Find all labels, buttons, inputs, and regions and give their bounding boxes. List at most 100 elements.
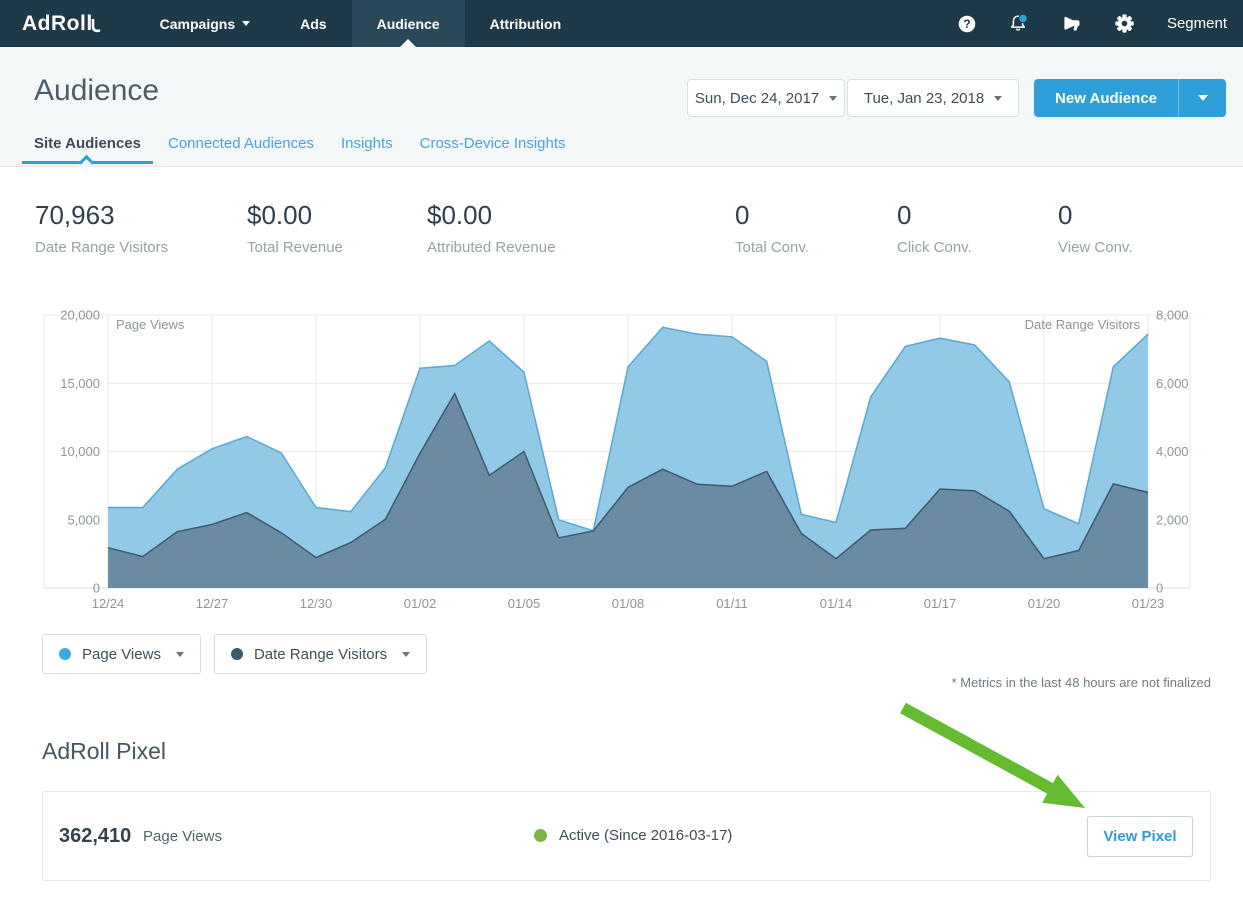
active-tab-underline bbox=[22, 161, 153, 164]
svg-text:12/27: 12/27 bbox=[196, 596, 229, 611]
svg-text:12/24: 12/24 bbox=[92, 596, 125, 611]
svg-text:10,000: 10,000 bbox=[60, 444, 100, 459]
svg-text:?: ? bbox=[963, 17, 970, 31]
stat-total-conv: 0 Total Conv. bbox=[735, 200, 809, 256]
nav-utilities: ? Segment bbox=[958, 0, 1227, 47]
svg-text:01/17: 01/17 bbox=[924, 596, 957, 611]
svg-text:01/02: 01/02 bbox=[404, 596, 437, 611]
svg-text:20,000: 20,000 bbox=[60, 308, 100, 323]
nav-item-ads[interactable]: Ads bbox=[275, 0, 351, 47]
traffic-area-chart: 20,00015,00010,0005,00008,0006,0004,0002… bbox=[40, 308, 1203, 613]
svg-text:8,000: 8,000 bbox=[1156, 308, 1189, 323]
caret-down-icon bbox=[1198, 95, 1208, 101]
nav-menu: Campaigns Ads Audience Attribution bbox=[135, 0, 586, 47]
new-audience-dropdown-button[interactable] bbox=[1179, 79, 1226, 117]
summary-stats-row: 70,963 Date Range Visitors $0.00 Total R… bbox=[0, 200, 1243, 260]
stat-value: $0.00 bbox=[247, 200, 343, 231]
nav-item-campaigns[interactable]: Campaigns bbox=[135, 0, 275, 47]
stat-date-range-visitors: 70,963 Date Range Visitors bbox=[35, 200, 168, 256]
stat-label: Click Conv. bbox=[897, 239, 972, 256]
nav-item-campaigns-label: Campaigns bbox=[160, 16, 235, 32]
pixel-status: Active (Since 2016-03-17) bbox=[534, 827, 732, 844]
adroll-logo-text: AdRoll bbox=[22, 12, 93, 36]
date-range-start[interactable]: Sun, Dec 24, 2017 bbox=[687, 79, 845, 117]
date-range-picker: Sun, Dec 24, 2017 Tue, Jan 23, 2018 bbox=[687, 79, 1019, 117]
page-views-series-dot bbox=[59, 648, 71, 660]
svg-text:01/08: 01/08 bbox=[612, 596, 645, 611]
stat-value: 0 bbox=[897, 200, 972, 231]
stat-click-conv: 0 Click Conv. bbox=[897, 200, 972, 256]
stat-value: $0.00 bbox=[427, 200, 555, 231]
chart-legend: Page Views Date Range Visitors bbox=[42, 634, 427, 674]
megaphone-icon[interactable] bbox=[1062, 14, 1082, 33]
legend-date-range-visitors-dropdown[interactable]: Date Range Visitors bbox=[214, 634, 427, 674]
stat-label: Total Conv. bbox=[735, 239, 809, 256]
svg-text:4,000: 4,000 bbox=[1156, 444, 1189, 459]
adroll-audience-page: { "nav": { "logo": "AdRoll", "items": [ … bbox=[0, 0, 1243, 900]
stat-label: Date Range Visitors bbox=[35, 239, 168, 256]
metrics-footnote: * Metrics in the last 48 hours are not f… bbox=[952, 675, 1211, 690]
new-audience-button[interactable]: New Audience bbox=[1034, 79, 1179, 117]
nav-item-attribution-label: Attribution bbox=[490, 16, 562, 32]
svg-text:5,000: 5,000 bbox=[67, 512, 100, 527]
notification-dot bbox=[1019, 14, 1028, 23]
adroll-logo[interactable]: AdRoll bbox=[0, 0, 115, 47]
legend-page-views-dropdown[interactable]: Page Views bbox=[42, 634, 201, 674]
date-end-label: Tue, Jan 23, 2018 bbox=[864, 90, 984, 107]
date-start-label: Sun, Dec 24, 2017 bbox=[695, 90, 819, 107]
caret-down-icon bbox=[176, 652, 184, 657]
page-title: Audience bbox=[34, 74, 159, 108]
stat-label: Total Revenue bbox=[247, 239, 343, 256]
tab-connected-audiences-label: Connected Audiences bbox=[168, 135, 314, 152]
pixel-card: 362,410 Page Views Active (Since 2016-03… bbox=[42, 791, 1211, 881]
stat-label: Attributed Revenue bbox=[427, 239, 555, 256]
tab-cross-device-insights-label: Cross-Device Insights bbox=[420, 135, 566, 152]
top-navbar: AdRoll Campaigns Ads Audience Attributio… bbox=[0, 0, 1243, 47]
svg-text:01/14: 01/14 bbox=[820, 596, 853, 611]
nav-item-attribution[interactable]: Attribution bbox=[465, 0, 587, 47]
date-range-end[interactable]: Tue, Jan 23, 2018 bbox=[847, 79, 1019, 117]
chart-canvas: 20,00015,00010,0005,00008,0006,0004,0002… bbox=[40, 308, 1203, 613]
bell-icon[interactable] bbox=[1009, 14, 1029, 33]
svg-text:01/23: 01/23 bbox=[1132, 596, 1165, 611]
nav-item-audience[interactable]: Audience bbox=[352, 0, 465, 47]
svg-text:01/20: 01/20 bbox=[1028, 596, 1061, 611]
status-active-dot bbox=[534, 829, 547, 842]
svg-text:0: 0 bbox=[1156, 581, 1163, 596]
tab-insights[interactable]: Insights bbox=[341, 135, 393, 166]
view-pixel-button[interactable]: View Pixel bbox=[1087, 816, 1193, 857]
tab-insights-label: Insights bbox=[341, 135, 393, 152]
stat-value: 0 bbox=[1058, 200, 1132, 231]
audience-tabs: Site Audiences Connected Audiences Insig… bbox=[34, 135, 566, 166]
tab-site-audiences[interactable]: Site Audiences bbox=[34, 135, 141, 166]
status-text: Active (Since 2016-03-17) bbox=[559, 827, 732, 844]
visitors-series-dot bbox=[231, 648, 243, 660]
tab-cross-device-insights[interactable]: Cross-Device Insights bbox=[420, 135, 566, 166]
nav-item-ads-label: Ads bbox=[300, 16, 326, 32]
caret-down-icon bbox=[829, 96, 837, 101]
svg-text:0: 0 bbox=[93, 581, 100, 596]
pixel-page-views-label: Page Views bbox=[143, 828, 222, 845]
svg-text:15,000: 15,000 bbox=[60, 376, 100, 391]
header-controls: Sun, Dec 24, 2017 Tue, Jan 23, 2018 New … bbox=[687, 79, 1226, 117]
new-audience-split-button: New Audience bbox=[1034, 79, 1226, 117]
logo-curl-icon bbox=[91, 19, 101, 34]
svg-text:12/30: 12/30 bbox=[300, 596, 333, 611]
pixel-page-views-value: 362,410 bbox=[59, 825, 131, 848]
stat-view-conv: 0 View Conv. bbox=[1058, 200, 1132, 256]
legend-visitors-label: Date Range Visitors bbox=[254, 646, 387, 663]
help-icon[interactable]: ? bbox=[958, 15, 976, 33]
svg-text:6,000: 6,000 bbox=[1156, 376, 1189, 391]
stat-attributed-revenue: $0.00 Attributed Revenue bbox=[427, 200, 555, 256]
svg-text:01/11: 01/11 bbox=[716, 596, 748, 611]
tab-connected-audiences[interactable]: Connected Audiences bbox=[168, 135, 314, 166]
caret-down-icon bbox=[994, 96, 1002, 101]
stat-label: View Conv. bbox=[1058, 239, 1132, 256]
new-audience-label: New Audience bbox=[1055, 90, 1157, 107]
stat-total-revenue: $0.00 Total Revenue bbox=[247, 200, 343, 256]
stat-value: 0 bbox=[735, 200, 809, 231]
pixel-section-title: AdRoll Pixel bbox=[42, 738, 166, 765]
gear-icon[interactable] bbox=[1115, 14, 1134, 33]
segment-link[interactable]: Segment bbox=[1167, 15, 1227, 32]
nav-item-audience-label: Audience bbox=[377, 16, 440, 32]
